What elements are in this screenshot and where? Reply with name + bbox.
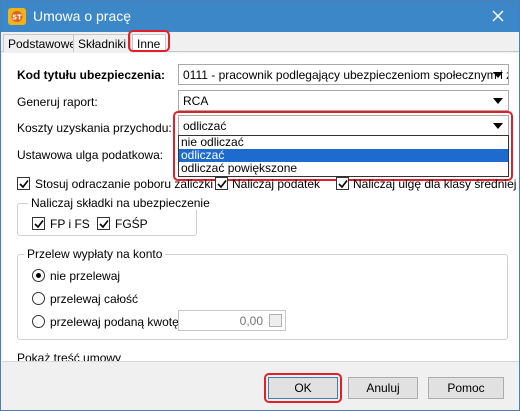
svg-text:ST: ST [12, 14, 22, 22]
kod-combo[interactable]: 0111 - pracownik podlegający ubezpieczen… [178, 64, 509, 85]
checkmark-icon [19, 180, 29, 189]
cancel-button[interactable]: Anuluj [348, 377, 418, 399]
chevron-down-icon [493, 98, 503, 104]
window-title: Umowa o pracę [33, 8, 132, 24]
raport-combo-value: RCA [183, 94, 209, 108]
naliczaj-podatek-label: Naliczaj podatek [232, 177, 321, 191]
naliczaj-ulge-label: Naliczaj ulgę dla klasy średniej [353, 177, 517, 191]
fgsp-label: FGŚP [115, 217, 148, 231]
naliczaj-ulge-checkbox[interactable] [336, 177, 349, 190]
kwota-input[interactable]: 0,00 [178, 310, 286, 331]
app-logo-icon: ST [8, 8, 26, 25]
help-button[interactable]: Pomoc [428, 377, 504, 399]
kwota-value: 0,00 [239, 314, 263, 328]
fp-fs-label: FP i FS [50, 217, 90, 231]
naliczaj-podatek-checkbox[interactable] [215, 177, 228, 190]
przelewaj-calosc-radio[interactable] [32, 292, 45, 305]
nie-przelewaj-label: nie przelewaj [50, 269, 121, 283]
checkmark-icon [99, 220, 109, 229]
skladki-group-title: Naliczaj składki na ubezpieczenie [28, 196, 213, 210]
dialog-window: ST Umowa o pracę Podstawowe Składniki In… [0, 0, 520, 411]
close-icon [492, 10, 504, 22]
stosuj-checkbox[interactable] [17, 177, 30, 190]
przelewaj-kwote-radio[interactable] [32, 315, 45, 328]
ulga-label: Ustawowa ulga podatkowa: [17, 148, 164, 162]
tab-bar: Podstawowe Składniki Inne [1, 32, 519, 52]
koszty-highlight-frame [173, 111, 513, 181]
fgsp-checkbox[interactable] [97, 217, 110, 230]
raport-label: Generuj raport: [17, 95, 98, 109]
checkmark-icon [217, 180, 227, 189]
stosuj-label: Stosuj odraczanie poboru zaliczki [35, 177, 214, 191]
tab-inne-highlight [128, 30, 170, 52]
nie-przelewaj-radio[interactable] [32, 269, 45, 282]
calculator-icon[interactable] [269, 314, 282, 327]
przelewaj-calosc-label: przelewaj całość [50, 292, 139, 306]
kod-combo-value: 0111 - pracownik podlegający ubezpieczen… [183, 68, 509, 82]
przelewaj-kwote-label: przelewaj podaną kwotę [50, 315, 179, 329]
kod-label: Kod tytułu ubezpieczenia: [17, 68, 166, 82]
fp-fs-checkbox[interactable] [32, 217, 45, 230]
ok-button-highlight [264, 373, 342, 403]
checkmark-icon [338, 180, 348, 189]
raport-combo[interactable]: RCA [178, 90, 509, 111]
tab-podstawowe[interactable]: Podstawowe [3, 34, 82, 52]
koszty-label: Koszty uzyskania przychodu: [17, 121, 172, 135]
close-button[interactable] [487, 5, 509, 27]
checkmark-icon [34, 220, 44, 229]
tab-skladniki[interactable]: Składniki [73, 34, 132, 52]
przelew-group-title: Przelew wypłaty na konto [24, 247, 166, 261]
chevron-down-icon [493, 72, 503, 78]
title-bar: ST Umowa o pracę [1, 1, 519, 32]
